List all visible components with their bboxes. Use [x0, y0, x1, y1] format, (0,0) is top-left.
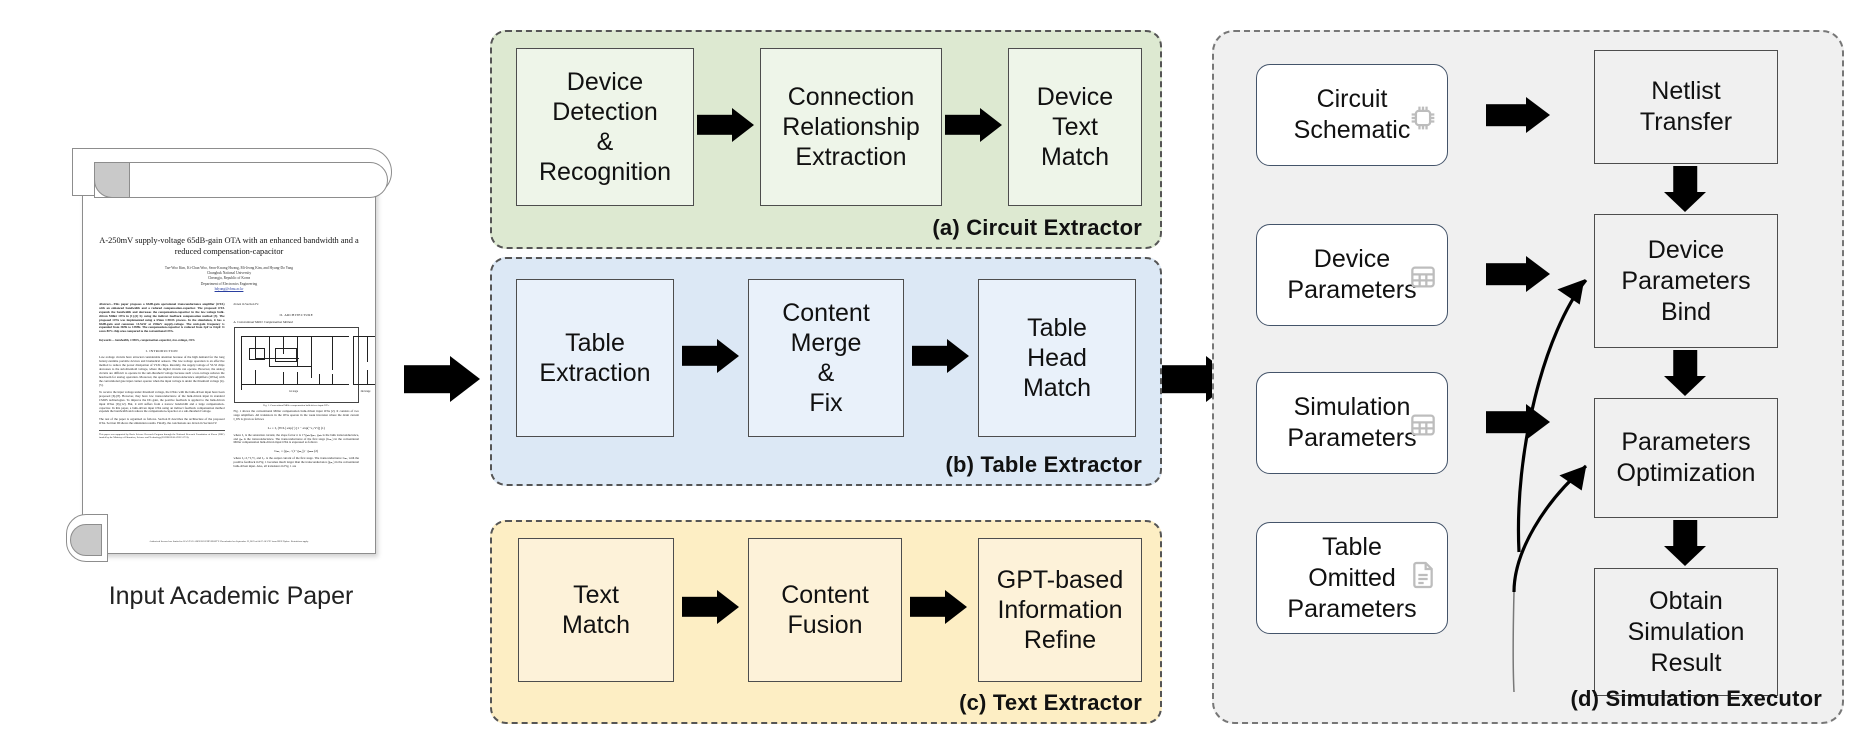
- paper-keywords: Keywords— bandwidth, CMOS, compensation-…: [99, 338, 195, 343]
- arrow-a-1: [697, 108, 754, 142]
- panel-table-extractor: Table Extraction Content Merge & Fix Tab…: [490, 257, 1162, 486]
- arrow-d-bind-to-optimization: [1664, 350, 1706, 396]
- card-table-omitted-parameters-label: Table Omitted Parameters: [1287, 532, 1417, 623]
- step-device-detection: Device Detection & Recognition: [516, 48, 694, 206]
- step-content-merge-and-fix: Content Merge & Fix: [748, 279, 904, 437]
- process-device-parameters-bind: Device Parameters Bind: [1594, 214, 1778, 348]
- input-paper-caption: Input Academic Paper: [108, 582, 354, 610]
- step-table-extraction: Table Extraction: [516, 279, 674, 437]
- figure-stage-1-label: 1st stage: [288, 389, 298, 393]
- paper-page: A-250mV supply-voltage 65dB-gain OTA wit…: [82, 180, 376, 554]
- panel-text-extractor: Text Match Content Fusion GPT-based Info…: [490, 520, 1162, 724]
- page-curl-top-inner: [94, 162, 388, 198]
- page-curl-bottom-shade: [70, 524, 102, 556]
- process-netlist-transfer: Netlist Transfer: [1594, 50, 1778, 164]
- paper-section-2: II. ARCHITECTURE: [279, 312, 314, 317]
- page-curl-top-shade: [94, 162, 130, 198]
- process-obtain-simulation-result: Obtain Simulation Result: [1594, 568, 1778, 696]
- panel-label-simulation-executor: (d) Simulation Executor: [1570, 686, 1822, 711]
- chip-icon: [1406, 70, 1440, 130]
- paper-arch-p3: where I₀=I₁+I₂+I₃ and I₀ᵤ is the output …: [233, 456, 360, 469]
- figure-stage-2-label: 2nd stage: [360, 389, 371, 393]
- paper-arch-p1: Fig. 1 shows the conventional Miller com…: [233, 408, 360, 421]
- paper-bottom-line: Authorized licensed use limited to: BAO …: [149, 540, 309, 543]
- card-device-parameters-label: Device Parameters: [1287, 245, 1417, 304]
- paper-intro-p3: The rest of the paper is organized as fo…: [99, 416, 225, 425]
- panel-label-circuit-extractor: (a) Circuit Extractor: [932, 215, 1142, 240]
- arrow-b-2: [912, 339, 969, 373]
- card-circuit-schematic-label: Circuit Schematic: [1293, 85, 1411, 144]
- paper-figure-caption: Fig. 1. Conventional Miller compensation…: [263, 403, 330, 407]
- diagram-root: A-250mV supply-voltage 65dB-gain OTA wit…: [0, 0, 1860, 738]
- arrow-d-optimization-to-result: [1664, 520, 1706, 566]
- arrow-d-schematic-to-netlist: [1486, 97, 1550, 133]
- panel-label-text-extractor: (c) Text Extractor: [959, 690, 1142, 715]
- arrow-c-2: [910, 590, 967, 624]
- step-text-match: Text Match: [518, 538, 674, 682]
- panel-simulation-executor: Circuit Schematic Device Parameters Simu…: [1212, 30, 1844, 724]
- card-device-parameters[interactable]: Device Parameters: [1256, 224, 1448, 326]
- arrow-d-simulation-to-optimization: [1486, 404, 1550, 440]
- paper-equation-2: Gₘ₁ = (gₘ₁ / (1−gₘ₂)) · gₘₘ (2): [274, 449, 319, 454]
- arrow-b-1: [682, 339, 739, 373]
- input-academic-paper: A-250mV supply-voltage 65dB-gain OTA wit…: [66, 148, 396, 568]
- step-connection-relationship-extraction: Connection Relationship Extraction: [760, 48, 942, 206]
- step-gpt-based-information-refine: GPT-based Information Refine: [978, 538, 1142, 682]
- arrow-a-2: [945, 108, 1002, 142]
- document-icon: [1406, 528, 1440, 589]
- paper-equation-1: Iₒₛ = I₀ (W/L) exp(·) [1 − exp(−v₀/Vₜ)] …: [267, 425, 325, 430]
- paper-email: hdyang@cbnu.ac.kr: [214, 286, 244, 291]
- arrow-d-netlist-to-bind: [1664, 166, 1706, 212]
- card-circuit-schematic[interactable]: Circuit Schematic: [1256, 64, 1448, 166]
- paper-abstract: Abstract—This paper proposes a 65dB-gain…: [99, 302, 225, 334]
- arrow-paper-to-extractors: [404, 356, 480, 402]
- step-device-text-match: Device Text Match: [1008, 48, 1142, 206]
- paper-arch-p2: where I₀ is the saturation current, the …: [233, 432, 360, 445]
- panel-circuit-extractor: Device Detection & Recognition Connectio…: [490, 30, 1162, 249]
- table-icon: [1406, 230, 1440, 288]
- arrow-c-1: [682, 590, 739, 624]
- step-table-head-match: Table Head Match: [978, 279, 1136, 437]
- paper-intro-p2: To receive the input voltage under thres…: [99, 389, 225, 414]
- panel-label-table-extractor: (b) Table Extractor: [945, 452, 1142, 477]
- arrow-d-device-to-bind: [1486, 256, 1550, 292]
- process-parameters-optimization: Parameters Optimization: [1594, 398, 1778, 518]
- paper-footnote: This paper was supported by Basic Scienc…: [99, 429, 225, 439]
- card-table-omitted-parameters[interactable]: Table Omitted Parameters: [1256, 522, 1448, 634]
- paper-intro-p1: Low-voltage circuits have attracted cons…: [99, 355, 225, 387]
- card-simulation-parameters-label: Simulation Parameters: [1287, 393, 1417, 452]
- table-icon: [1406, 378, 1440, 436]
- paper-right-top: drawn in Section IV.: [233, 302, 259, 307]
- paper-title: A-250mV supply-voltage 65dB-gain OTA wit…: [99, 236, 359, 256]
- paper-section-1: I. INTRODUCTION: [145, 349, 178, 354]
- step-content-fusion: Content Fusion: [748, 538, 902, 682]
- paper-subsection-a: A. Conventional Miller Compensation Meth…: [233, 319, 293, 324]
- paper-figure-1: 1st stage 2nd stage: [233, 326, 375, 403]
- card-simulation-parameters[interactable]: Simulation Parameters: [1256, 372, 1448, 474]
